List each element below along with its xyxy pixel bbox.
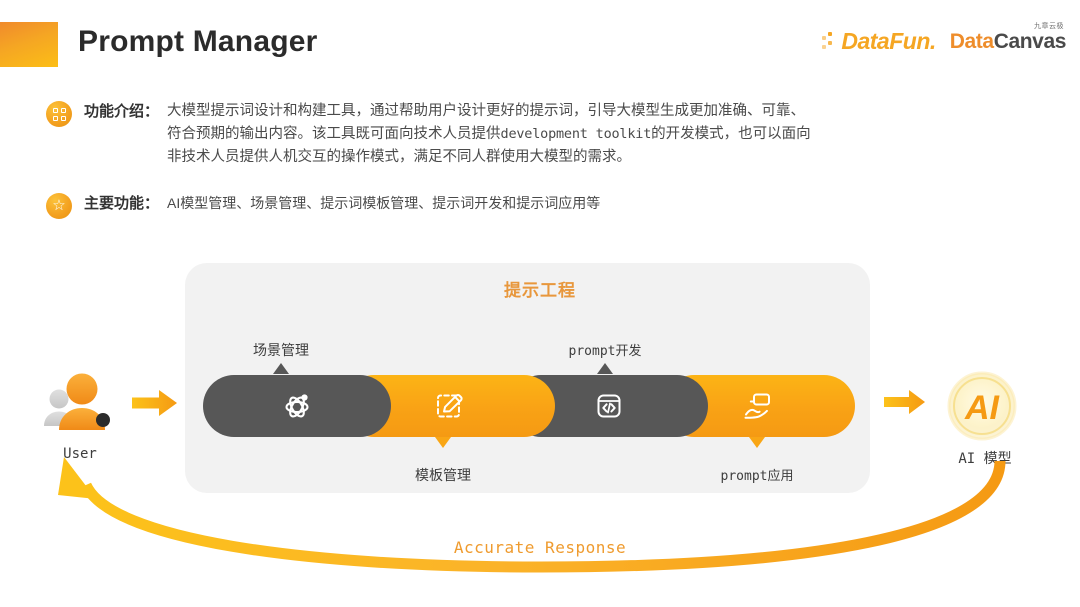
intro-label: 功能介绍： (84, 103, 160, 120)
datafun-wordmark: DataFun. (841, 28, 936, 54)
arrow-pipeline-to-ai-icon (884, 390, 925, 414)
intro-line-2b: 的开发模式，也可以面向 (651, 126, 811, 142)
accent-block (0, 22, 58, 67)
intro-line-1: 大模型提示词设计和构建工具，通过帮助用户设计更好的提示词，引导大模型生成更加准确… (167, 103, 806, 119)
pointer-prompt-application (749, 437, 765, 448)
intro-line-2a: 符合预期的输出内容。该工具既可面向技术人员提供 (167, 126, 501, 142)
feedback-label: Accurate Response (453, 538, 627, 557)
page-title: Prompt Manager (78, 25, 318, 58)
pipeline-bar (203, 375, 855, 437)
pointer-template-management (435, 437, 451, 448)
datafun-logo: DataFun. (822, 28, 936, 54)
callout-scene-management: 场景管理 (253, 342, 309, 358)
datacanvas-logo: 九章云极 DataCanvas (949, 22, 1067, 53)
slide-root: Prompt Manager DataFun. 九章云极 DataCanvas … (0, 0, 1080, 607)
segment-scene-management[interactable] (203, 375, 391, 437)
datacanvas-chinese-name: 九章云极 (1034, 23, 1064, 30)
ai-orb-icon: AI (947, 371, 1017, 441)
features-row: ☆ 主要功能： AI模型管理、场景管理、提示词模板管理、提示词开发和提示词应用等 (46, 192, 600, 219)
features-label: 主要功能： (84, 195, 160, 212)
pointer-scene-management (273, 363, 289, 374)
intro-line-3: 非技术人员提供人机交互的操作模式，满足不同人群使用大模型的需求。 (167, 149, 632, 165)
feedback-arc-icon (58, 457, 1006, 573)
atom-icon (285, 394, 309, 418)
arrow-user-to-pipeline-icon (132, 390, 177, 416)
hand-card-icon (744, 393, 770, 419)
intro-line-2-mono: development toolkit (500, 126, 652, 142)
pencil-edit-icon (437, 394, 463, 418)
pointer-prompt-development (597, 363, 613, 374)
user-node (40, 368, 120, 445)
grid-icon (46, 101, 72, 127)
user-avatar-icon (44, 373, 110, 430)
datacanvas-wordmark: DataCanvas (949, 30, 1067, 53)
datacanvas-word-canvas: Canvas (993, 30, 1067, 53)
callout-prompt-development: prompt开发 (568, 344, 642, 359)
panel-title: 提示工程 (504, 281, 576, 300)
svg-text:AI: AI (964, 389, 1001, 427)
datafun-dots-icon (822, 31, 838, 52)
intro-row: 功能介绍： 大模型提示词设计和构建工具，通过帮助用户设计更好的提示词，引导大模型… (46, 100, 811, 169)
code-window-icon (597, 394, 621, 418)
ai-model-node: AI (940, 368, 1024, 446)
features-value: AI模型管理、场景管理、提示词模板管理、提示词开发和提示词应用等 (167, 195, 601, 211)
datacanvas-word-data: Data (949, 30, 994, 53)
star-icon: ☆ (46, 193, 72, 219)
logo-group: DataFun. 九章云极 DataCanvas (822, 22, 1066, 53)
intro-body: 大模型提示词设计和构建工具，通过帮助用户设计更好的提示词，引导大模型生成更加准确… (167, 100, 811, 169)
